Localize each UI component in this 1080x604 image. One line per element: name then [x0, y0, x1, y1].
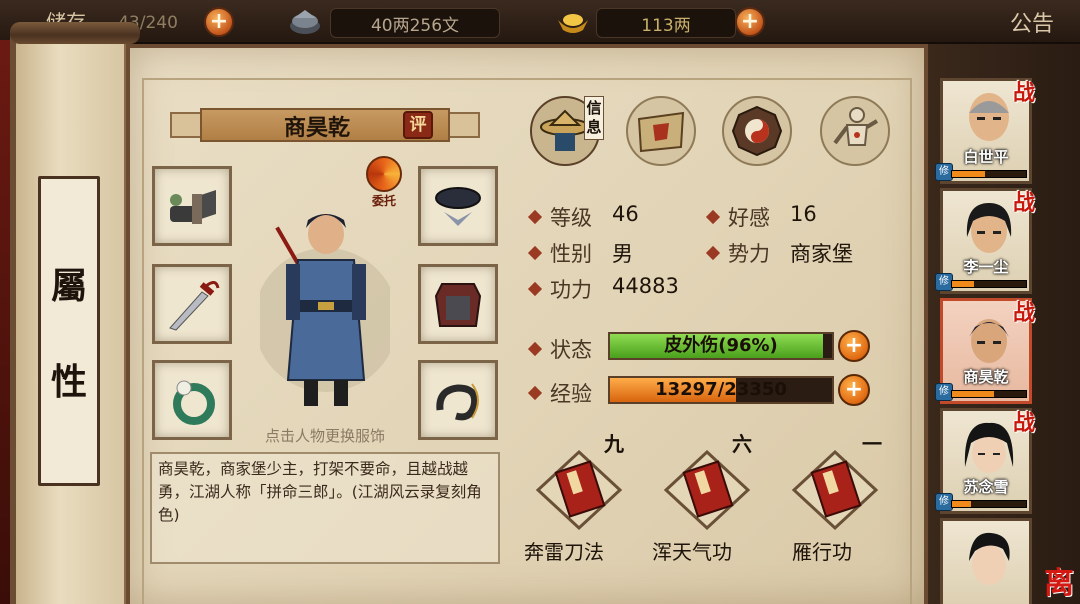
status-label: 状态: [530, 334, 592, 364]
skill-book-2-icon[interactable]: [662, 448, 752, 532]
faction-value: 商家堡: [790, 242, 853, 266]
roster-card-4[interactable]: 战 苏念雪 修: [935, 408, 1035, 514]
top-resource-bar: 储存 43/240 + 40两256文 113两 + 公告: [0, 0, 1080, 44]
roster-xp-bar: [951, 500, 1027, 508]
hero-description: 商昊乾，商家堡少主，打架不要命，且越战越勇，江湖人称「拼命三郎」。(江湖风云录复…: [150, 452, 500, 564]
favor-value: 16: [790, 202, 817, 226]
roster-xp-bar: [951, 170, 1027, 178]
change-outfit-hint: 点击人物更换服饰: [264, 427, 385, 445]
status-heal-button[interactable]: +: [838, 330, 870, 362]
attributes-tab-char-1: 屬: [50, 265, 87, 307]
inventory-add-button[interactable]: +: [204, 7, 234, 37]
jade-ring-icon: [173, 380, 215, 425]
collar-icon: [435, 187, 481, 226]
roster-xp-bar: [951, 280, 1027, 288]
roster-card-5[interactable]: [940, 518, 1032, 604]
portrait-hero: [969, 319, 1009, 363]
battle-mark: 战: [1012, 80, 1035, 106]
roster-xp-fill: [952, 501, 971, 507]
exp-label: 经验: [530, 378, 592, 408]
gender-label: 性别: [530, 238, 592, 268]
roster-card-3[interactable]: 战 商昊乾 修: [935, 298, 1035, 404]
status-text: 皮外伤(96%): [664, 335, 778, 356]
equip-slot-armor[interactable]: [418, 264, 498, 344]
skill-book-1-icon[interactable]: [534, 448, 624, 532]
equip-slot-collar[interactable]: [418, 166, 498, 246]
battle-mark: 战: [1012, 300, 1035, 326]
portrait-young-man: [969, 532, 1010, 585]
roster-name: 苏念雪: [963, 478, 1009, 496]
roster-name: 白世平: [963, 148, 1009, 166]
exp-add-button[interactable]: +: [838, 374, 870, 406]
roster-xp-fill: [952, 391, 995, 397]
roster-name: 商昊乾: [963, 368, 1009, 386]
bagua-icon: [731, 105, 783, 157]
roster-xp-fill: [952, 281, 975, 287]
status-bar: 皮外伤(96%): [608, 332, 834, 360]
level-label: 等级: [530, 202, 592, 232]
gauntlet-icon: [170, 190, 216, 224]
meridian-figure-icon: [833, 107, 879, 146]
faction-label: 势力: [708, 238, 770, 268]
skill-2-name: 浑天气功: [652, 540, 732, 564]
skill-book-3-icon[interactable]: [790, 448, 880, 532]
level-value: 46: [612, 202, 639, 226]
coin-icon: [290, 10, 320, 34]
roster-card-2[interactable]: 战 李一尘 修: [935, 188, 1035, 294]
skill-3-name: 雁行功: [792, 540, 852, 564]
tab-info-label: 信息: [584, 96, 604, 140]
gold-display: 113两: [596, 8, 736, 38]
leave-button[interactable]: 离: [1044, 558, 1074, 602]
sword-icon: [169, 281, 220, 331]
scroll-cap-top: [10, 22, 140, 44]
portrait-swordsman: [966, 203, 1012, 253]
equip-slot-weapon[interactable]: [152, 264, 232, 344]
power-value: 44883: [612, 274, 679, 298]
roster-xp-bar: [951, 390, 1027, 398]
battle-mark: 战: [1012, 410, 1035, 436]
roster-card-1[interactable]: 战 白世平 修: [935, 78, 1035, 184]
tab-meridian[interactable]: [820, 96, 890, 166]
power-label: 功力: [530, 274, 592, 304]
hero-name: 商昊乾: [283, 115, 350, 141]
map-scroll-icon: [637, 111, 685, 153]
armor-icon: [434, 283, 482, 327]
roster-name: 李一尘: [963, 258, 1009, 276]
gold-add-button[interactable]: +: [735, 7, 765, 37]
gender-value: 男: [612, 242, 633, 266]
dragon-pendant-icon: [436, 383, 479, 421]
tab-bagua[interactable]: [722, 96, 792, 166]
gold-ingot-icon: [558, 14, 588, 33]
equip-slot-gloves[interactable]: [152, 166, 232, 246]
favor-label: 好感: [708, 202, 770, 232]
attributes-tab-char-2: 性: [50, 361, 87, 403]
skill-1-name: 奔雷刀法: [524, 540, 604, 564]
attributes-tab[interactable]: 屬 性: [38, 176, 100, 486]
roster-xp-fill: [952, 171, 986, 177]
exp-text: 13297/23350: [655, 379, 787, 400]
rate-button[interactable]: 评: [403, 111, 433, 139]
portrait-bald-monk: [969, 93, 1009, 141]
tab-map[interactable]: [626, 96, 696, 166]
portrait-woman: [964, 422, 1014, 473]
delegate-swirl-icon: [366, 156, 402, 192]
hero-figure[interactable]: [260, 200, 390, 420]
exp-bar: 13297/23350: [608, 376, 834, 404]
notice-button[interactable]: 公告: [1010, 6, 1054, 38]
battle-mark: 战: [1012, 190, 1035, 216]
money-display: 40两256文: [330, 8, 500, 38]
